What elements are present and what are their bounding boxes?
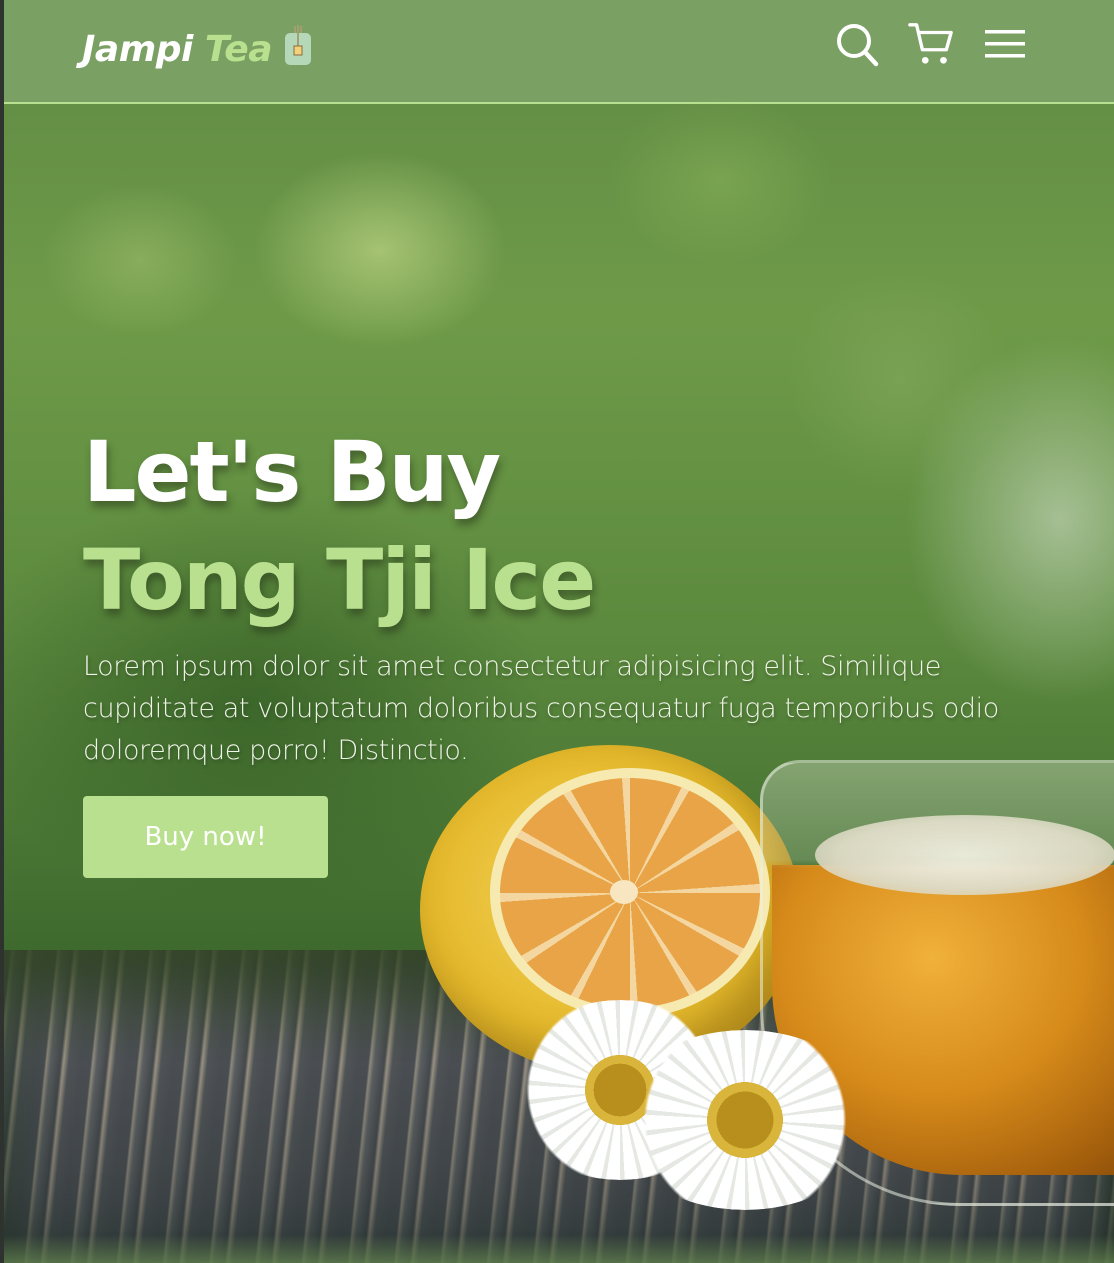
logo-link[interactable]: Jampi Tea [82, 25, 312, 74]
daisy-flower-image [615, 1030, 875, 1210]
logo-accent: Tea [204, 29, 273, 70]
bottom-fade [0, 1235, 1114, 1263]
site-header: Jampi Tea [4, 0, 1114, 104]
search-icon[interactable] [834, 20, 880, 68]
hero-title: Let's Buy Tong Tji Ice [83, 418, 1053, 634]
hero-section: Let's Buy Tong Tji Ice Lorem ipsum dolor… [83, 418, 1053, 878]
hamburger-menu-icon[interactable] [982, 20, 1028, 68]
window-edge [0, 0, 4, 1263]
hero-title-line1: Let's Buy [83, 423, 501, 521]
page: Jampi Tea Let's Buy Tong Tji Ice Lorem i… [0, 0, 1114, 1263]
hero-title-line2: Tong Tji Ice [83, 531, 596, 629]
buy-now-button[interactable]: Buy now! [83, 796, 328, 878]
hero-description: Lorem ipsum dolor sit amet consectetur a… [83, 651, 999, 766]
cart-icon[interactable] [908, 20, 954, 68]
logo-text: Jampi Tea [82, 32, 272, 68]
logo-primary: Jampi [82, 29, 193, 70]
header-actions [834, 20, 1028, 68]
tea-bag-icon [284, 25, 312, 67]
lemon-center [610, 880, 638, 904]
